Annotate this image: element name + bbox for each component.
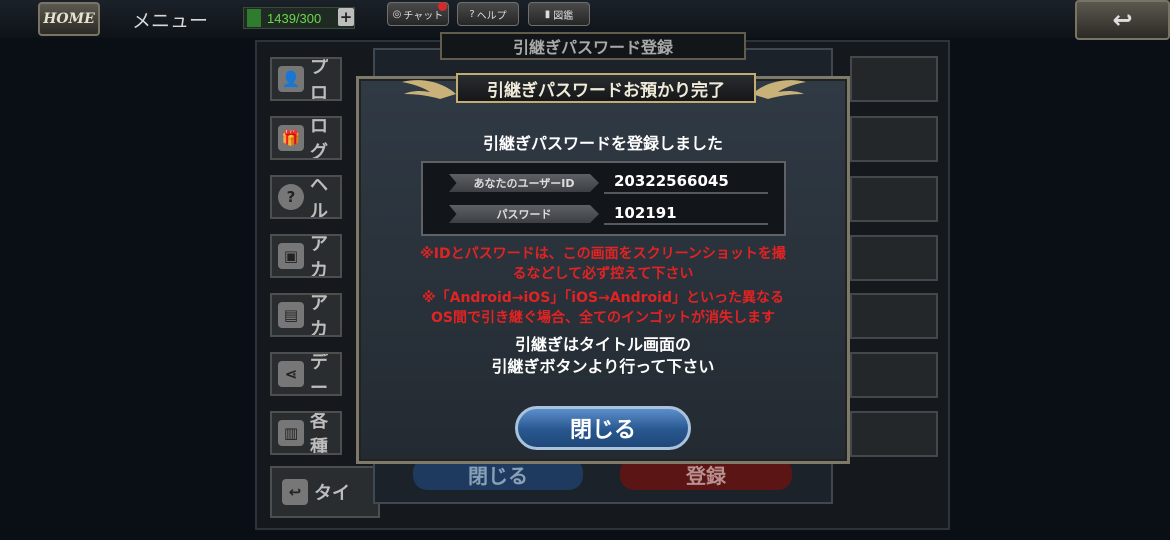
note-line1: 引継ぎはタイトル画面の bbox=[514, 335, 691, 354]
close-button[interactable]: 閉じる bbox=[515, 406, 691, 450]
menu-item-title[interactable]: ↩ タイ bbox=[270, 466, 380, 518]
menu-item-account[interactable]: ▣ アカ bbox=[270, 234, 342, 278]
menu-item-label: ログ bbox=[310, 116, 328, 160]
home-button[interactable]: HOME bbox=[38, 2, 100, 36]
divider bbox=[604, 192, 768, 194]
divider bbox=[604, 223, 768, 225]
menu-item-label: アカ bbox=[310, 234, 328, 278]
menu-side-box bbox=[850, 293, 938, 339]
dialog-title: 引継ぎパスワードお預かり完了 bbox=[456, 73, 756, 103]
warning-screenshot-line1: ※IDとパスワードは、この画面をスクリーンショットを撮 bbox=[420, 246, 786, 262]
menu-side-box bbox=[850, 411, 938, 457]
left-wing-ornament bbox=[402, 80, 456, 99]
user-id-label: あなたのユーザーID bbox=[449, 174, 599, 192]
profile-icon: 👤 bbox=[278, 66, 304, 92]
menu-item-profile[interactable]: 👤 プロ bbox=[270, 57, 342, 101]
document-icon: ▥ bbox=[278, 420, 304, 446]
menu-item-label: デー bbox=[310, 352, 328, 396]
warning-os-line2: OS間で引き継ぐ場合、全てのインゴットが消失します bbox=[431, 310, 775, 326]
chat-icon: ◎ bbox=[392, 8, 402, 20]
menu-item-help[interactable]: ? ヘル bbox=[270, 175, 342, 219]
stamina-icon bbox=[247, 9, 261, 27]
user-id-value: 20322566045 bbox=[614, 172, 729, 190]
menu-side-box bbox=[850, 352, 938, 398]
menu-item-label: ヘル bbox=[310, 175, 328, 219]
password-label: パスワード bbox=[449, 205, 599, 223]
share-icon: ⋖ bbox=[278, 361, 304, 387]
menu-item-label: プロ bbox=[310, 57, 328, 101]
account-card-icon: ▤ bbox=[278, 302, 304, 328]
menu-item-label: 各種 bbox=[310, 411, 328, 455]
gift-icon: 🎁 bbox=[278, 125, 304, 151]
help-label: ヘルプ bbox=[476, 10, 507, 22]
return-icon: ↩ bbox=[282, 479, 308, 505]
book-icon: ▮ bbox=[544, 8, 551, 20]
zukan-label: 図鑑 bbox=[553, 10, 574, 22]
menu-side-box bbox=[850, 56, 938, 102]
menu-item-label: タイ bbox=[314, 483, 350, 504]
help-circle-icon: ? bbox=[278, 184, 304, 210]
warning-screenshot-line2: るなどして必ず控えて下さい bbox=[512, 266, 694, 282]
menu-item-misc[interactable]: ▥ 各種 bbox=[270, 411, 342, 455]
return-arrow-icon: ↩ bbox=[1112, 6, 1133, 34]
password-value: 102191 bbox=[614, 204, 677, 222]
warning-os-line1: ※「Android→iOS」「iOS→Android」といった異なる bbox=[422, 290, 784, 306]
notification-badge bbox=[438, 2, 447, 11]
right-wing-ornament bbox=[752, 80, 806, 99]
success-message: 引継ぎパスワードを登録しました bbox=[482, 134, 723, 153]
zukan-button[interactable]: ▮ 図鑑 bbox=[528, 2, 590, 26]
menu-side-box bbox=[850, 235, 938, 281]
menu-title: メニュー bbox=[132, 10, 209, 32]
menu-item-login[interactable]: 🎁 ログ bbox=[270, 116, 342, 160]
account-icon: ▣ bbox=[278, 243, 304, 269]
chat-label: チャット bbox=[403, 10, 444, 22]
note-line2: 引継ぎボタンより行って下さい bbox=[491, 357, 715, 376]
menu-item-data[interactable]: ⋖ デー bbox=[270, 352, 342, 396]
menu-side-box bbox=[850, 116, 938, 162]
stamina-value: 1439/300 bbox=[267, 10, 322, 26]
menu-item-label: アカ bbox=[310, 293, 328, 337]
add-stamina-button[interactable]: + bbox=[338, 8, 354, 26]
menu-item-account-2[interactable]: ▤ アカ bbox=[270, 293, 342, 337]
help-icon: ? bbox=[469, 8, 475, 20]
menu-side-box bbox=[850, 176, 938, 222]
back-button[interactable]: ↩ bbox=[1075, 0, 1170, 40]
help-button[interactable]: ? ヘルプ bbox=[457, 2, 519, 26]
register-dialog-title: 引継ぎパスワード登録 bbox=[440, 32, 746, 60]
